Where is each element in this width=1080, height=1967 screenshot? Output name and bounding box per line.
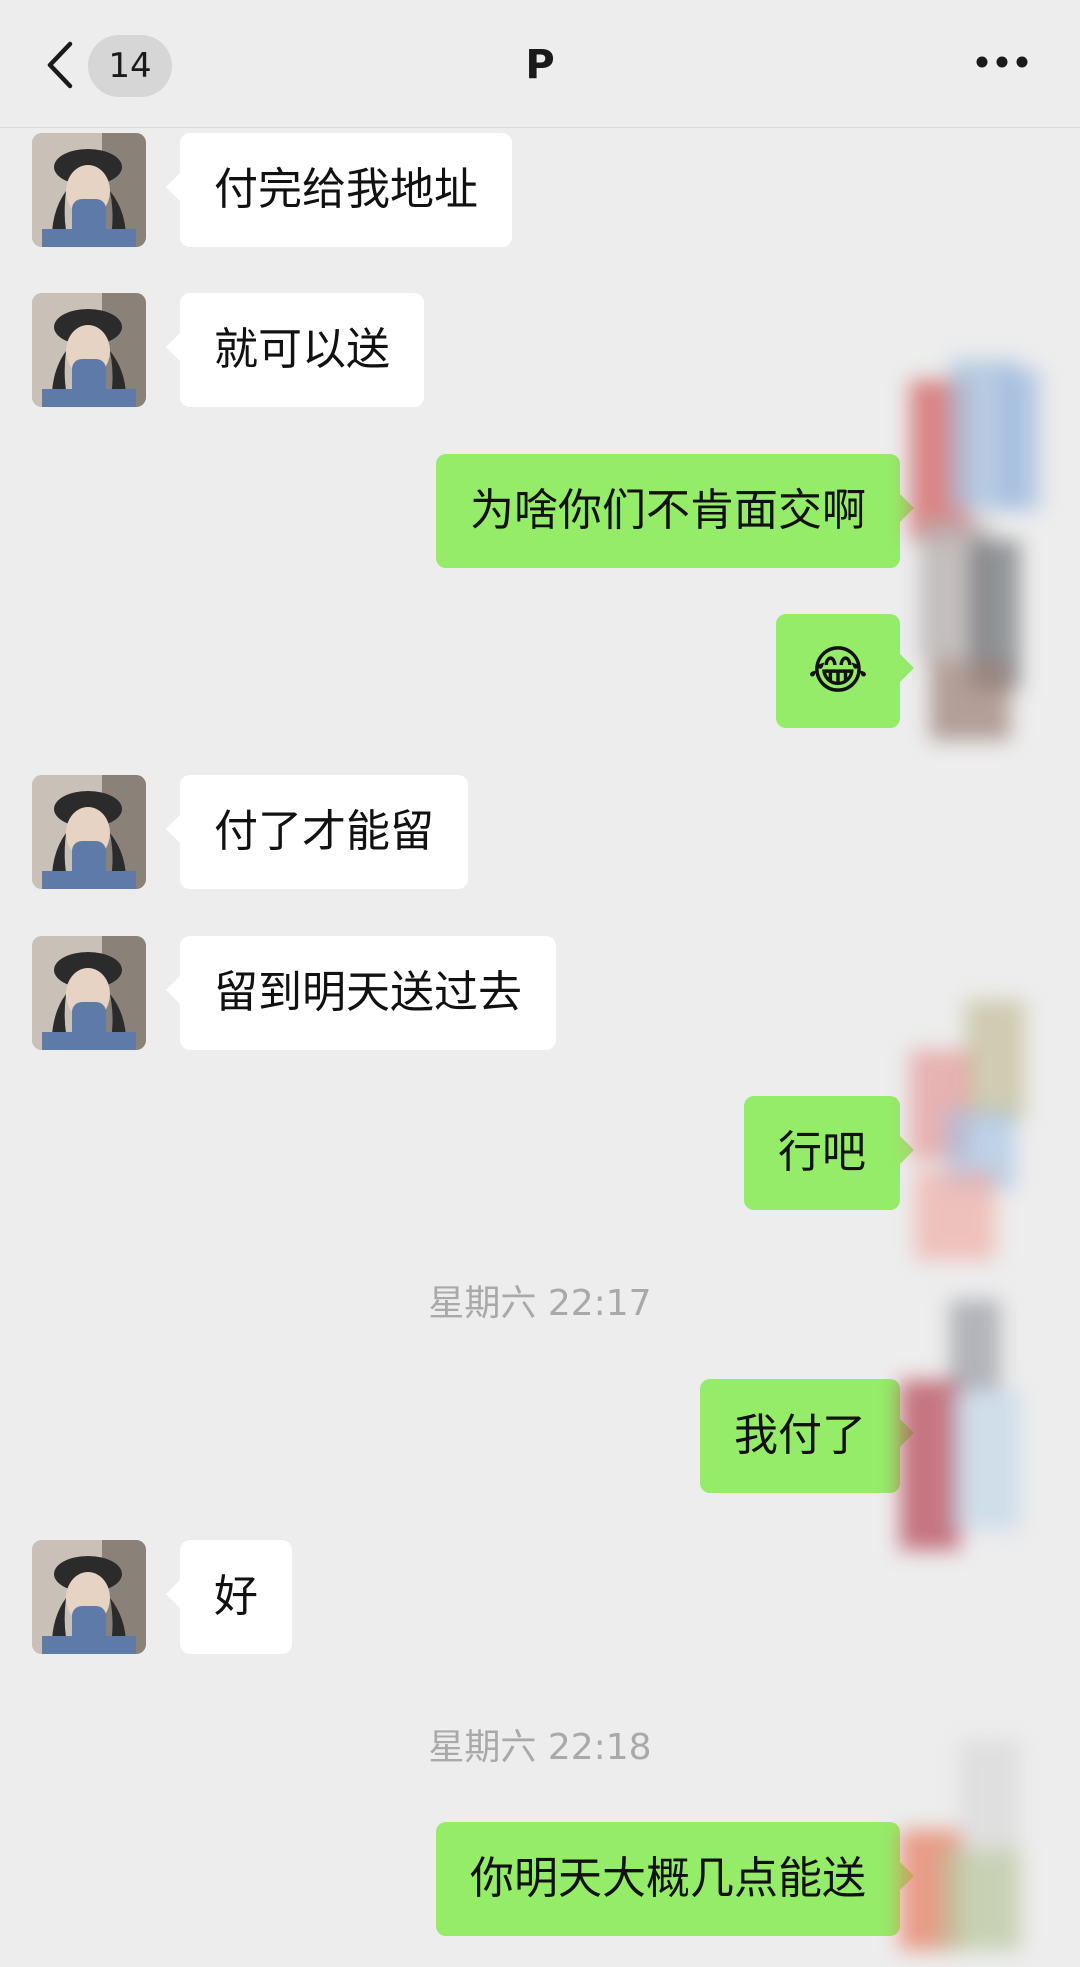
message-bubble-outgoing[interactable]: 我付了	[700, 1379, 914, 1493]
contact-avatar[interactable]	[32, 775, 146, 889]
message-bubble-incoming[interactable]: 留到明天送过去	[166, 936, 556, 1050]
message-row: 付了才能留	[0, 775, 1080, 889]
chat-header: 14 P	[0, 0, 1080, 128]
message-bubble-outgoing-emoji[interactable]: 😂	[776, 614, 914, 728]
message-timestamp: 星期六 22:18	[428, 1727, 652, 1768]
message-timestamp: 星期六 22:17	[428, 1283, 652, 1324]
message-bubble-incoming[interactable]: 付了才能留	[166, 775, 468, 889]
contact-avatar[interactable]	[32, 936, 146, 1050]
message-row: 付完给我地址	[0, 133, 1080, 247]
message-bubble-outgoing[interactable]: 为啥你们不肯面交啊	[436, 454, 914, 568]
message-row: 就可以送	[0, 293, 1080, 407]
message-bubble-outgoing[interactable]: 行吧	[744, 1096, 914, 1210]
contact-avatar[interactable]	[32, 293, 146, 407]
message-bubble-outgoing[interactable]: 你明天大概几点能送	[436, 1822, 914, 1936]
more-dots-icon[interactable]	[974, 52, 1030, 72]
message-bubble-incoming[interactable]: 付完给我地址	[166, 133, 512, 247]
contact-avatar[interactable]	[32, 1540, 146, 1654]
message-bubble-incoming[interactable]: 就可以送	[166, 293, 424, 407]
chat-title: P	[525, 42, 555, 88]
laughing-tears-emoji-icon: 😂	[807, 641, 869, 701]
chat-screen: 14 P 付完给我地址 就可以送 为啥你们不肯面交啊 😂 付了才能留 留到明天送…	[0, 0, 1080, 1967]
message-row: 好	[0, 1540, 1080, 1654]
message-row: 留到明天送过去	[0, 936, 1080, 1050]
message-bubble-incoming[interactable]: 好	[166, 1540, 292, 1654]
contact-avatar[interactable]	[32, 133, 146, 247]
